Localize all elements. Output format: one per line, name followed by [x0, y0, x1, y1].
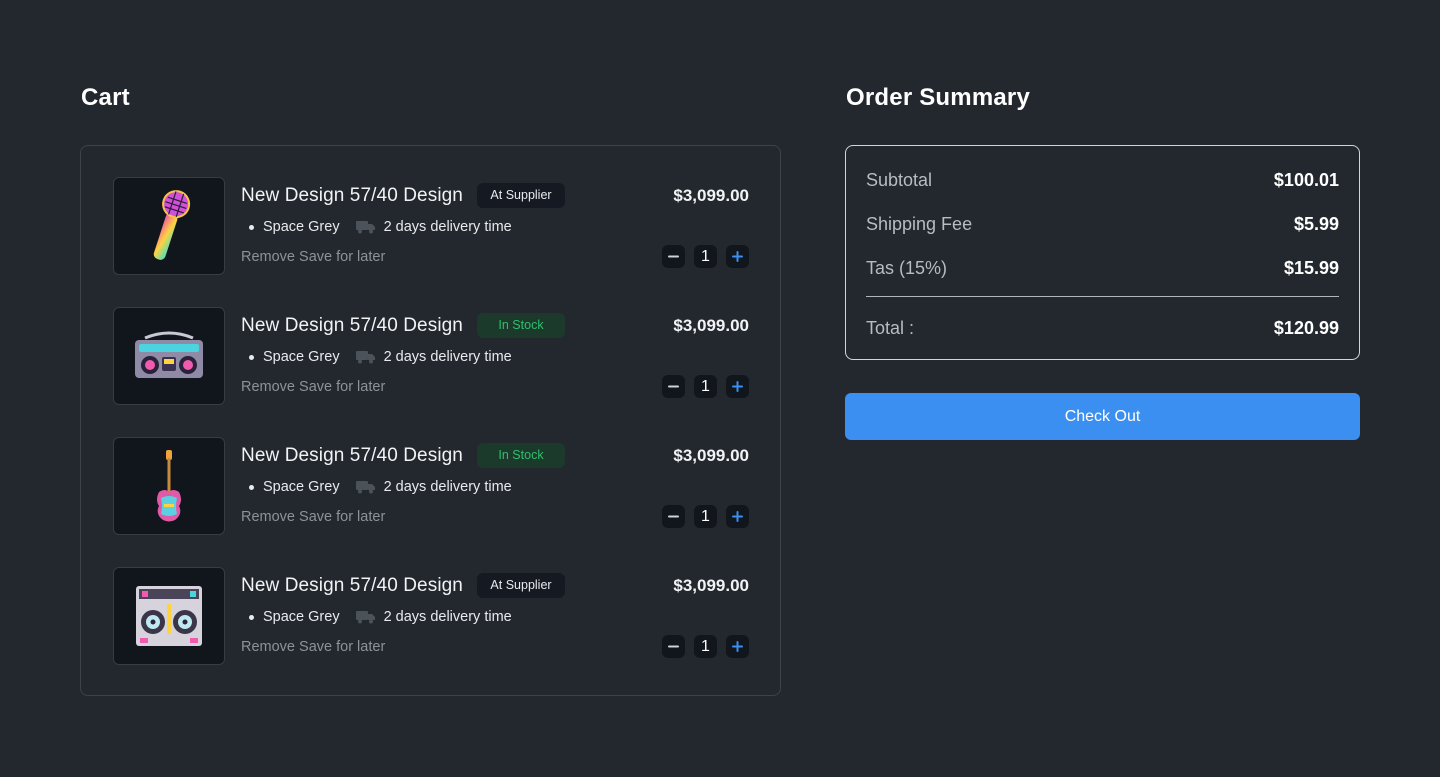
truck-icon — [355, 610, 376, 624]
save-for-later-link[interactable]: Save for later — [299, 639, 385, 655]
delivery-time: 2 days delivery time — [383, 219, 512, 235]
tax-label: Tas (15%) — [866, 258, 948, 278]
product-image[interactable] — [113, 437, 225, 535]
increase-quantity-button[interactable] — [726, 505, 749, 528]
truck-icon — [355, 350, 376, 364]
product-meta: Space Grey 2 days delivery time — [249, 349, 512, 365]
dj-controller-icon — [136, 586, 202, 646]
product-color: Space Grey — [263, 609, 340, 625]
subtotal-row: Subtotal $100.01 — [866, 170, 1339, 191]
shipping-fee-value: $5.99 — [1293, 214, 1339, 234]
remove-link[interactable]: Remove — [241, 639, 295, 655]
product-color: Space Grey — [263, 479, 340, 495]
quantity-stepper: 1 — [662, 505, 749, 528]
quantity-value[interactable]: 1 — [694, 375, 717, 398]
checkout-button[interactable]: Check Out — [845, 393, 1360, 440]
remove-link[interactable]: Remove — [241, 509, 295, 525]
quantity-stepper: 1 — [662, 375, 749, 398]
product-name[interactable]: New Design 57/40 Design — [241, 575, 463, 597]
product-name[interactable]: New Design 57/40 Design — [241, 185, 463, 207]
minus-icon — [668, 385, 679, 388]
minus-icon — [668, 255, 679, 258]
delivery-time: 2 days delivery time — [383, 479, 512, 495]
total-label: Total : — [866, 318, 915, 338]
truck-icon — [355, 480, 376, 494]
order-summary-title: Order Summary — [846, 84, 1031, 111]
item-actions: Remove Save for later — [241, 509, 385, 525]
item-actions: Remove Save for later — [241, 379, 385, 395]
product-meta: Space Grey 2 days delivery time — [249, 219, 512, 235]
subtotal-label: Subtotal — [866, 170, 933, 190]
tax-value: $15.99 — [1283, 258, 1339, 278]
bullet-dot — [249, 484, 254, 490]
quantity-value[interactable]: 1 — [694, 245, 717, 268]
item-price: $3,099.00 — [673, 446, 749, 465]
remove-link[interactable]: Remove — [241, 249, 295, 265]
item-price: $3,099.00 — [673, 316, 749, 335]
order-summary-box: Subtotal $100.01 Shipping Fee $5.99 Tas … — [845, 145, 1360, 360]
delivery-time: 2 days delivery time — [383, 349, 512, 365]
product-color: Space Grey — [263, 349, 340, 365]
bullet-dot — [249, 614, 254, 620]
product-image[interactable] — [113, 307, 225, 405]
delivery-time: 2 days delivery time — [383, 609, 512, 625]
tax-row: Tas (15%) $15.99 — [866, 258, 1339, 279]
truck-icon — [355, 220, 376, 234]
availability-badge: In Stock — [477, 313, 565, 338]
item-actions: Remove Save for later — [241, 249, 385, 265]
item-price: $3,099.00 — [673, 186, 749, 205]
decrease-quantity-button[interactable] — [662, 635, 685, 658]
cart-item: New Design 57/40 Design At Supplier Spac… — [113, 567, 749, 665]
item-price: $3,099.00 — [673, 576, 749, 595]
cart-panel: New Design 57/40 Design At Supplier Spac… — [80, 145, 781, 696]
boombox-icon — [135, 331, 203, 378]
quantity-stepper: 1 — [662, 635, 749, 658]
save-for-later-link[interactable]: Save for later — [299, 249, 385, 265]
product-meta: Space Grey 2 days delivery time — [249, 479, 512, 495]
decrease-quantity-button[interactable] — [662, 375, 685, 398]
summary-divider — [866, 296, 1339, 297]
product-image[interactable] — [113, 567, 225, 665]
bullet-dot — [249, 354, 254, 360]
quantity-stepper: 1 — [662, 245, 749, 268]
bullet-dot — [249, 224, 254, 230]
plus-icon — [732, 381, 743, 392]
cart-item: New Design 57/40 Design At Supplier Spac… — [113, 177, 749, 275]
decrease-quantity-button[interactable] — [662, 505, 685, 528]
availability-badge: At Supplier — [477, 183, 565, 208]
save-for-later-link[interactable]: Save for later — [299, 379, 385, 395]
availability-badge: At Supplier — [477, 573, 565, 598]
increase-quantity-button[interactable] — [726, 245, 749, 268]
minus-icon — [668, 645, 679, 648]
plus-icon — [732, 511, 743, 522]
plus-icon — [732, 641, 743, 652]
quantity-value[interactable]: 1 — [694, 505, 717, 528]
subtotal-value: $100.01 — [1273, 170, 1339, 190]
cart-title: Cart — [81, 84, 130, 111]
decrease-quantity-button[interactable] — [662, 245, 685, 268]
plus-icon — [732, 251, 743, 262]
item-actions: Remove Save for later — [241, 639, 385, 655]
total-value: $120.99 — [1273, 318, 1339, 338]
cart-item: New Design 57/40 Design In Stock Space G… — [113, 437, 749, 535]
shipping-fee-row: Shipping Fee $5.99 — [866, 214, 1339, 235]
product-name[interactable]: New Design 57/40 Design — [241, 445, 463, 467]
cart-item: New Design 57/40 Design In Stock Space G… — [113, 307, 749, 405]
availability-badge: In Stock — [477, 443, 565, 468]
shipping-fee-label: Shipping Fee — [866, 214, 973, 234]
remove-link[interactable]: Remove — [241, 379, 295, 395]
total-row: Total : $120.99 — [866, 318, 1339, 339]
product-meta: Space Grey 2 days delivery time — [249, 609, 512, 625]
product-image[interactable] — [113, 177, 225, 275]
product-name[interactable]: New Design 57/40 Design — [241, 315, 463, 337]
guitar-icon — [157, 450, 181, 522]
microphone-icon — [153, 190, 191, 260]
product-color: Space Grey — [263, 219, 340, 235]
increase-quantity-button[interactable] — [726, 375, 749, 398]
minus-icon — [668, 515, 679, 518]
quantity-value[interactable]: 1 — [694, 635, 717, 658]
save-for-later-link[interactable]: Save for later — [299, 509, 385, 525]
increase-quantity-button[interactable] — [726, 635, 749, 658]
